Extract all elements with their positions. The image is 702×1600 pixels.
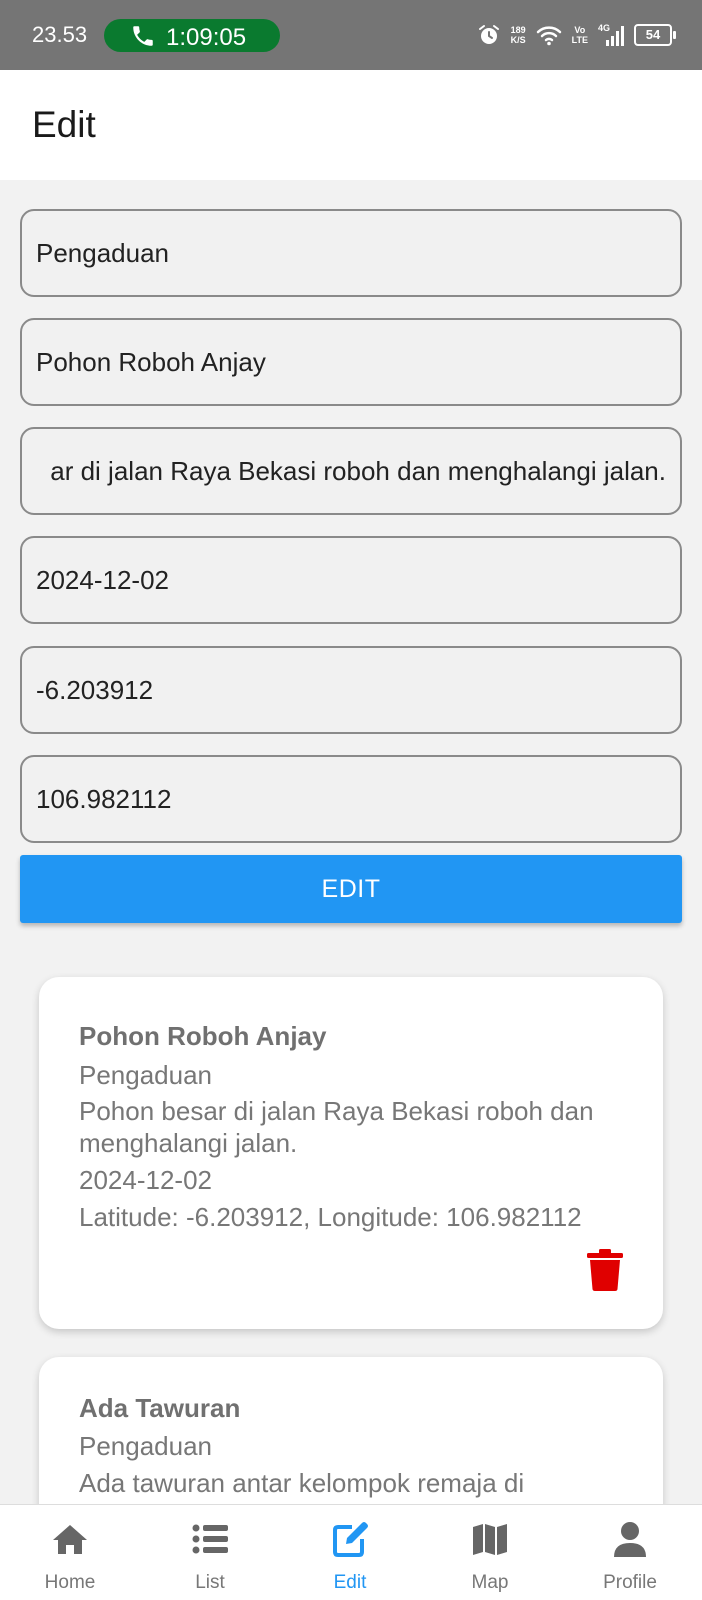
report-category: Pengaduan xyxy=(79,1431,213,1461)
category-field[interactable] xyxy=(20,209,682,297)
latitude-field[interactable] xyxy=(20,646,682,734)
report-title: Pohon Roboh Anjay xyxy=(79,1021,327,1051)
network-speed: 189 K/S xyxy=(510,25,526,45)
longitude-input[interactable] xyxy=(36,757,668,841)
nav-list[interactable]: List xyxy=(140,1505,280,1600)
ongoing-call-pill[interactable]: 1:09:05 xyxy=(104,19,280,52)
report-date: 2024-12-02 xyxy=(79,1165,212,1195)
nav-map-label: Map xyxy=(471,1572,509,1593)
nav-profile-label: Profile xyxy=(603,1572,657,1593)
latitude-input[interactable] xyxy=(36,648,668,732)
report-title: Ada Tawuran xyxy=(79,1393,241,1423)
edit-icon xyxy=(333,1522,368,1557)
alarm-icon xyxy=(478,25,499,44)
phone-icon xyxy=(133,26,153,46)
description-field[interactable]: ar di jalan Raya Bekasi roboh dan mengha… xyxy=(20,427,682,515)
wifi-icon xyxy=(536,26,561,46)
trash-icon[interactable] xyxy=(587,1249,623,1291)
report-description-line: Ada tawuran antar kelompok remaja di xyxy=(79,1468,525,1498)
report-card[interactable]: Pohon Roboh Anjay Pengaduan Pohon besar … xyxy=(39,977,663,1329)
nav-home-label: Home xyxy=(44,1572,96,1593)
list-icon xyxy=(192,1524,228,1554)
app-bar: Edit xyxy=(0,70,702,180)
nav-map[interactable]: Map xyxy=(420,1505,560,1600)
description-input[interactable]: ar di jalan Raya Bekasi roboh dan mengha… xyxy=(50,429,666,513)
status-time: 23.53 xyxy=(32,22,88,47)
bottom-navigation: Home List Edit Map Profile xyxy=(0,1504,702,1600)
category-input[interactable] xyxy=(36,211,668,295)
date-field[interactable] xyxy=(20,536,682,624)
report-description-line: Pohon besar di jalan Raya Bekasi roboh d… xyxy=(79,1096,594,1126)
page-title: Edit xyxy=(32,104,96,145)
status-bar: 23.53 1:09:05 189 K/S Vo LTE 4G 54 xyxy=(0,0,702,70)
edit-button[interactable]: EDIT xyxy=(20,855,682,923)
nav-edit[interactable]: Edit xyxy=(280,1505,420,1600)
home-icon xyxy=(53,1525,87,1554)
status-icons: 189 K/S Vo LTE 4G 54 xyxy=(477,20,676,50)
profile-icon xyxy=(614,1522,646,1557)
nav-profile[interactable]: Profile xyxy=(560,1505,700,1600)
date-input[interactable] xyxy=(36,538,668,622)
report-category: Pengaduan xyxy=(79,1060,213,1090)
signal-bars-icon xyxy=(606,26,624,46)
volte-indicator: Vo LTE xyxy=(571,25,588,45)
battery-level: 54 xyxy=(645,27,661,42)
report-coordinates: Latitude: -6.203912, Longitude: 106.9821… xyxy=(79,1202,582,1232)
nav-home[interactable]: Home xyxy=(0,1505,140,1600)
nav-edit-label: Edit xyxy=(333,1572,367,1593)
map-icon xyxy=(473,1524,507,1555)
longitude-field[interactable] xyxy=(20,755,682,843)
nav-list-label: List xyxy=(195,1572,225,1593)
battery-icon: 54 xyxy=(634,24,676,46)
title-field[interactable] xyxy=(20,318,682,406)
report-description-line: menghalangi jalan. xyxy=(79,1128,298,1158)
signal-indicator: 4G xyxy=(598,23,624,47)
call-duration: 1:09:05 xyxy=(166,24,247,51)
title-input[interactable] xyxy=(36,320,668,404)
